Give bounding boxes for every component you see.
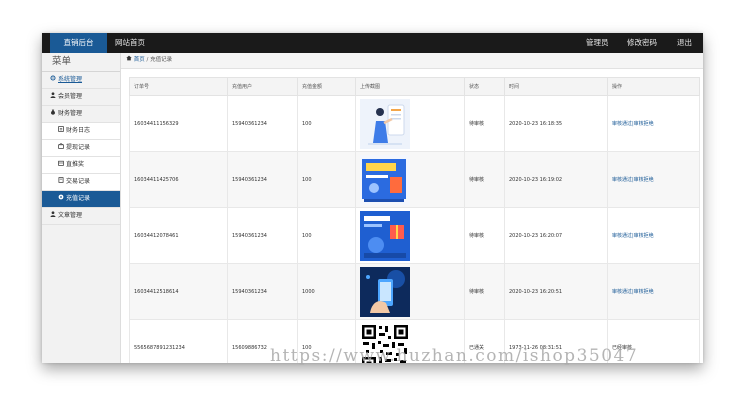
screenshot-cell (355, 263, 465, 320)
amount-cell: 100 (297, 207, 356, 264)
sidebar-item-withdraw[interactable]: 提现记录 (42, 140, 120, 157)
breadcrumb-separator: / (146, 57, 149, 63)
approve-reject-link[interactable]: 审核通过|审核拒绝 (612, 177, 654, 183)
sidebar-item-label: 提现记录 (66, 144, 91, 151)
recharge-icon (58, 191, 66, 207)
reward-icon (58, 157, 66, 173)
nav-site-home[interactable]: 网站首页 (115, 33, 145, 53)
sidebar-item-direct-reward[interactable]: 直推奖 (42, 157, 120, 174)
col-status: 状态 (464, 77, 505, 96)
sidebar-item-label: 交易记录 (66, 178, 91, 185)
table-row: 16034411425706 15940361234 100 待审核 2020-… (129, 151, 700, 208)
screenshot-cell (355, 207, 465, 264)
order-id-cell: 16034412078461 (129, 207, 228, 264)
actions-cell: 审核通过|审核拒绝 (607, 207, 700, 264)
time-cell: 2020-10-23 16:19:02 (504, 151, 608, 208)
screenshot-thumbnail[interactable] (360, 154, 410, 205)
money-icon (50, 106, 58, 122)
gear-icon (50, 72, 58, 88)
article-icon (50, 208, 58, 224)
breadcrumb-current: 充值记录 (150, 57, 173, 63)
amount-cell: 100 (297, 95, 356, 152)
sidebar-item-label: 财务管理 (58, 110, 83, 117)
nav-logout[interactable]: 退出 (677, 33, 692, 53)
user-cell: 15940361234 (227, 207, 298, 264)
user-cell: 15940361234 (227, 151, 298, 208)
log-icon (58, 123, 66, 139)
nav-change-password[interactable]: 修改密码 (627, 33, 657, 53)
trade-icon (58, 174, 66, 190)
actions-cell: 审核通过|审核拒绝 (607, 263, 700, 320)
order-id-cell: 16034411156329 (129, 95, 228, 152)
user-icon (50, 89, 58, 105)
amount-cell: 1000 (297, 263, 356, 320)
col-amount: 充值金额 (297, 77, 356, 96)
approve-reject-link[interactable]: 审核通过|审核拒绝 (612, 289, 654, 295)
col-user: 充值用户 (227, 77, 298, 96)
order-id-cell: 5565687891231234 (129, 319, 228, 363)
time-cell: 2020-10-23 16:20:51 (504, 263, 608, 320)
breadcrumb: 首页 / 充值记录 (121, 53, 703, 69)
withdraw-icon (58, 140, 66, 156)
screenshot-thumbnail[interactable] (360, 266, 410, 317)
order-id-cell: 16034411425706 (129, 151, 228, 208)
nav-admin[interactable]: 管理员 (586, 33, 609, 53)
amount-cell: 100 (297, 151, 356, 208)
table-row: 16034412518614 15940361234 1000 待审核 2020… (129, 263, 700, 320)
table-row: 16034411156329 15940361234 100 待审核 2020-… (129, 95, 700, 152)
table-row: 16034412078461 15940361234 100 待审核 2020-… (129, 207, 700, 264)
sidebar-item-finance[interactable]: 财务管理 (42, 106, 120, 123)
sidebar-item-label: 直推奖 (66, 161, 85, 168)
sidebar-item-label: 系统管理 (58, 76, 83, 83)
sidebar: 菜单 系统管理 会员管理 财务管理 财务日志 提现记录 直推奖 交易记录 充值记… (42, 53, 121, 363)
menu-title: 菜单 (42, 53, 120, 72)
user-cell: 15940361234 (227, 263, 298, 320)
approve-reject-link[interactable]: 审核通过|审核拒绝 (612, 121, 654, 127)
user-cell: 15940361234 (227, 95, 298, 152)
status-cell: 待审核 (464, 95, 505, 152)
col-order-id: 订单号 (129, 77, 228, 96)
top-navbar: 直销后台 网站首页 管理员 修改密码 退出 (42, 33, 703, 53)
screenshot-cell (355, 151, 465, 208)
watermark-url: https://www.huzhan.com/ishop35047 (270, 346, 639, 366)
approve-reject-link[interactable]: 审核通过|审核拒绝 (612, 233, 654, 239)
time-cell: 2020-10-23 16:20:07 (504, 207, 608, 264)
status-cell: 待审核 (464, 151, 505, 208)
order-id-cell: 16034412518614 (129, 263, 228, 320)
sidebar-item-trade[interactable]: 交易记录 (42, 174, 120, 191)
sidebar-item-label: 财务日志 (66, 127, 91, 134)
sidebar-item-label: 会员管理 (58, 93, 83, 100)
sidebar-item-recharge[interactable]: 充值记录 (42, 191, 120, 208)
screenshot-thumbnail[interactable] (360, 210, 410, 261)
sidebar-item-articles[interactable]: 文章管理 (42, 208, 120, 225)
recharge-table: 订单号 充值用户 充值金额 上传截图 状态 时间 操作 160344111563… (129, 77, 700, 363)
status-cell: 待审核 (464, 263, 505, 320)
status-cell: 待审核 (464, 207, 505, 264)
sidebar-item-members[interactable]: 会员管理 (42, 89, 120, 106)
main-content: 首页 / 充值记录 订单号 充值用户 充值金额 上传截图 状态 时间 操作 16… (121, 53, 703, 363)
brand-logo[interactable]: 直销后台 (50, 33, 107, 53)
col-screenshot: 上传截图 (355, 77, 465, 96)
col-time: 时间 (504, 77, 608, 96)
sidebar-item-finance-log[interactable]: 财务日志 (42, 123, 120, 140)
breadcrumb-home[interactable]: 首页 (134, 57, 145, 63)
time-cell: 2020-10-23 16:18:35 (504, 95, 608, 152)
sidebar-item-system[interactable]: 系统管理 (42, 72, 120, 89)
home-icon (126, 55, 134, 63)
admin-window: 直销后台 网站首页 管理员 修改密码 退出 菜单 系统管理 会员管理 财务管理 … (42, 33, 703, 363)
screenshot-cell (355, 95, 465, 152)
screenshot-thumbnail[interactable] (360, 98, 410, 149)
actions-cell: 审核通过|审核拒绝 (607, 95, 700, 152)
sidebar-item-label: 充值记录 (66, 195, 91, 202)
sidebar-item-label: 文章管理 (58, 212, 83, 219)
table-header-row: 订单号 充值用户 充值金额 上传截图 状态 时间 操作 (129, 77, 700, 96)
col-actions: 操作 (607, 77, 700, 96)
actions-cell: 审核通过|审核拒绝 (607, 151, 700, 208)
